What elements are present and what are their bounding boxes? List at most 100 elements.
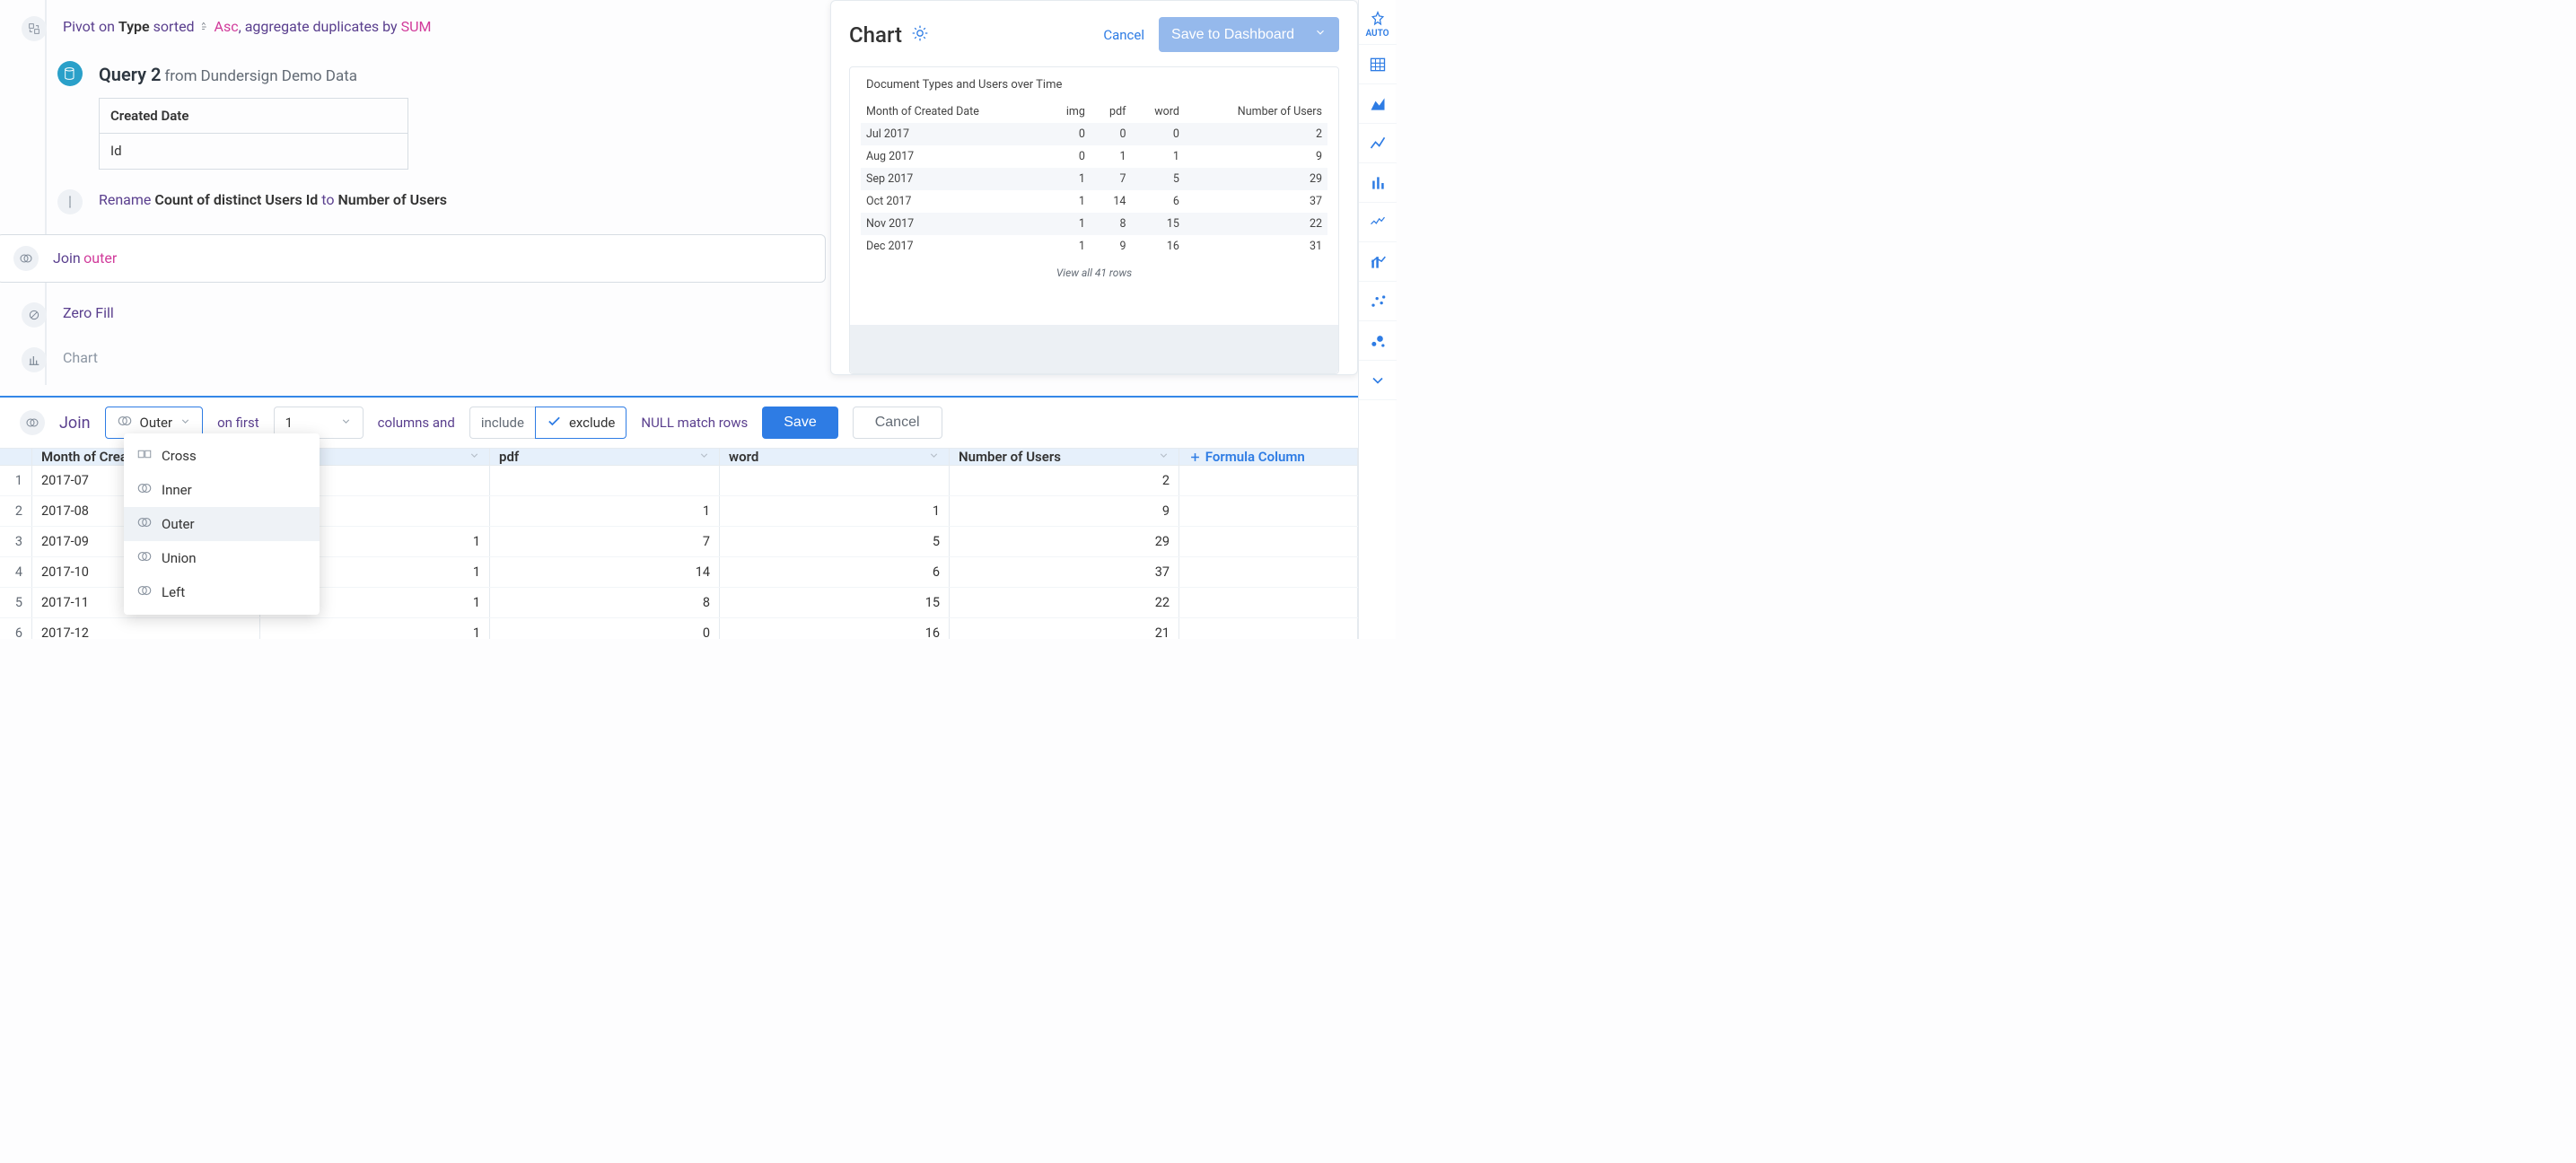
chart-table-row: Jul 20170002: [861, 123, 1327, 145]
pivot-dir: Asc: [215, 18, 239, 35]
query-source: Dundersign Demo Data: [200, 67, 357, 85]
ct-h4: Number of Users: [1185, 101, 1327, 123]
ct-h1: img: [1046, 101, 1090, 123]
save-to-dashboard-button[interactable]: Save to Dashboard: [1159, 17, 1339, 52]
rename-verb: Rename: [99, 191, 151, 208]
chart-step[interactable]: Chart: [34, 340, 844, 385]
zerofill-icon: [22, 302, 47, 328]
chart-icon: [22, 347, 47, 372]
rail-auto-label: AUTO: [1365, 29, 1389, 39]
rail-bar-icon[interactable]: [1359, 163, 1397, 203]
plus-icon: [1188, 450, 1202, 464]
zerofill-step[interactable]: Zero Fill: [34, 295, 844, 340]
formula-column-add[interactable]: Formula Column: [1179, 449, 1358, 465]
chevron-down-icon: [340, 415, 352, 431]
chart-table-row: Oct 2017114637: [861, 190, 1327, 213]
dropdown-item-cross[interactable]: Cross: [124, 439, 320, 473]
toolbar-join-label: Join: [59, 414, 91, 433]
pivot-agg: SUM: [401, 18, 432, 35]
query-columns-box: Created Date Id: [99, 98, 408, 170]
rail-more-icon[interactable]: [1359, 361, 1397, 400]
pivot-label: Pivot on: [63, 18, 115, 35]
ct-h0: Month of Created Date: [861, 101, 1046, 123]
pivot-field: Type: [118, 18, 150, 35]
chevron-down-icon: [469, 449, 480, 465]
rail-line-icon[interactable]: [1359, 124, 1397, 163]
chart-step-label: Chart: [63, 347, 98, 369]
dropdown-item-outer[interactable]: Outer: [124, 507, 320, 541]
on-first-label: on first: [217, 415, 259, 431]
cancel-button[interactable]: Cancel: [853, 407, 942, 439]
chevron-down-icon: [1158, 449, 1170, 465]
include-toggle[interactable]: include: [469, 407, 535, 439]
rail-bubble-icon[interactable]: [1359, 321, 1397, 361]
formula-column-label: Formula Column: [1205, 449, 1305, 465]
join-step[interactable]: Join outer: [9, 227, 844, 295]
chart-cancel-link[interactable]: Cancel: [1103, 27, 1144, 43]
rail-sparkline-icon[interactable]: [1359, 203, 1397, 242]
rename-from: Count of distinct Users Id: [154, 191, 318, 208]
data-panel: Join Outer on first 1 columns and includ…: [0, 396, 1358, 639]
grid-col-3[interactable]: word: [720, 449, 950, 465]
table-row: 6 2017-12 1 0 16 21: [0, 618, 1358, 639]
join-verb: Join: [53, 249, 81, 267]
sort-icon: [198, 18, 211, 35]
rail-table-icon[interactable]: [1359, 45, 1397, 84]
dropdown-item-inner[interactable]: Inner: [124, 473, 320, 507]
null-match-label: NULL match rows: [641, 415, 748, 431]
on-first-n: 1: [285, 415, 293, 431]
join-type-icon: [117, 413, 133, 433]
rail-auto[interactable]: AUTO: [1359, 5, 1397, 45]
columns-and-label: columns and: [378, 415, 455, 431]
chart-title-row: Chart: [849, 22, 929, 48]
chart-subtitle: Document Types and Users over Time: [861, 76, 1327, 101]
save-dash-label: Save to Dashboard: [1171, 27, 1294, 43]
chart-type-rail: AUTO: [1358, 0, 1396, 639]
grid-col-2[interactable]: pdf: [490, 449, 720, 465]
chevron-down-icon: [928, 449, 940, 465]
pivot-agg-prefix: , aggregate duplicates by: [239, 18, 398, 35]
rename-to-word: to: [321, 191, 334, 208]
view-all-rows-link[interactable]: View all 41 rows: [861, 258, 1327, 288]
grid-col-4[interactable]: Number of Users: [950, 449, 1179, 465]
chart-preview-table: Month of Created Date img pdf word Numbe…: [861, 101, 1327, 258]
dropdown-item-union[interactable]: Union: [124, 541, 320, 575]
join-type-dropdown: CrossInnerOuterUnionLeft: [124, 433, 320, 615]
ct-h2: pdf: [1091, 101, 1132, 123]
caret-down-icon: [1314, 26, 1327, 43]
ct-h3: word: [1131, 101, 1184, 123]
exclude-label: exclude: [569, 415, 615, 431]
chevron-down-icon: [180, 415, 191, 431]
rail-combo-icon[interactable]: [1359, 242, 1397, 282]
chart-body: Document Types and Users over Time Month…: [849, 66, 1339, 374]
pivot-step[interactable]: Pivot on Type sorted Asc, aggregate dupl…: [34, 0, 844, 54]
chart-table-row: Sep 201717529: [861, 168, 1327, 190]
chart-footer-band: [850, 325, 1338, 373]
join-type-value: Outer: [140, 415, 173, 431]
rename-step[interactable]: Rename Count of distinct Users Id to Num…: [70, 182, 844, 227]
chart-title: Chart: [849, 22, 902, 48]
query-step[interactable]: Query 2 from Dundersign Demo Data Create…: [70, 54, 844, 182]
check-icon: [547, 414, 562, 433]
rail-area-icon[interactable]: [1359, 84, 1397, 124]
chevron-down-icon: [698, 449, 710, 465]
dropdown-item-left[interactable]: Left: [124, 575, 320, 609]
save-button[interactable]: Save: [762, 407, 837, 439]
query-title: Query 2: [99, 64, 161, 85]
database-icon: [57, 61, 83, 86]
pipeline: Pivot on Type sorted Asc, aggregate dupl…: [0, 0, 844, 385]
chart-table-row: Nov 2017181522: [861, 213, 1327, 235]
chart-table-row: Dec 2017191631: [861, 235, 1327, 258]
col-header: Created Date: [100, 99, 407, 135]
toolbar-join-icon: [20, 410, 45, 435]
chart-panel: Chart Cancel Save to Dashboard Document …: [830, 0, 1358, 375]
chart-table-row: Aug 20170119: [861, 145, 1327, 168]
include-label: include: [481, 415, 524, 431]
rename-icon: [57, 189, 83, 214]
grid-col-4-label: Number of Users: [959, 449, 1061, 465]
zerofill-label: Zero Fill: [63, 302, 114, 324]
rail-scatter-icon[interactable]: [1359, 282, 1397, 321]
gear-icon[interactable]: [911, 22, 929, 48]
grid-col-3-label: word: [729, 449, 758, 465]
exclude-toggle[interactable]: exclude: [535, 407, 626, 439]
